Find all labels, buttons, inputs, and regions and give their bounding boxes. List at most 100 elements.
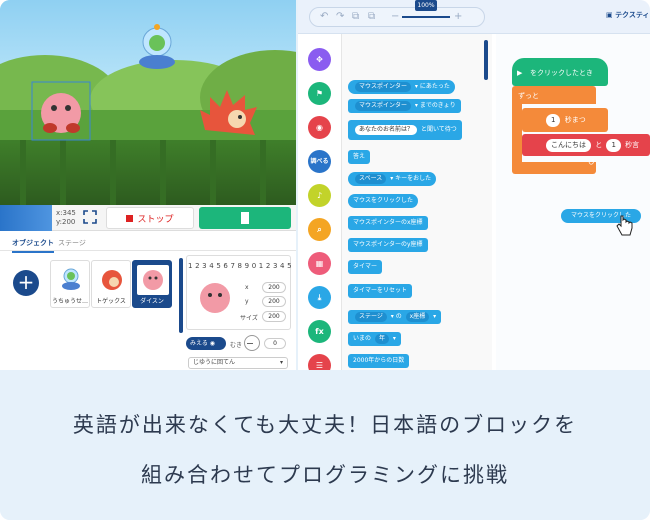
sprite-card-hedgehog[interactable]: トゲックス bbox=[91, 260, 131, 308]
text-mode-toggle[interactable]: ▣ テクスティ bbox=[606, 10, 649, 20]
zoom-slider[interactable] bbox=[402, 16, 450, 18]
zoom-level: 100% bbox=[415, 0, 437, 11]
sprite-card-ufo[interactable]: うちゅうせ… bbox=[50, 260, 90, 308]
block-mouse-down[interactable]: マウスをクリックした bbox=[348, 194, 419, 208]
wait-block[interactable]: 1 秒まつ bbox=[522, 108, 608, 132]
ground-stripe bbox=[160, 140, 166, 205]
undo-icon[interactable]: ↶ bbox=[320, 11, 328, 22]
direction-label: むき bbox=[230, 342, 243, 349]
block-key-pressed[interactable]: スペース ▾ キーをおした bbox=[348, 172, 437, 186]
show-toggle[interactable]: みえる ◉ bbox=[186, 337, 226, 350]
zoom-in-icon[interactable]: + bbox=[454, 11, 462, 22]
block-text: キーをおした bbox=[395, 175, 432, 182]
chevron-down-icon: ▾ bbox=[279, 359, 283, 366]
category-button[interactable]: ♪ bbox=[308, 184, 331, 207]
fullscreen-icon[interactable] bbox=[82, 209, 98, 225]
block-ask[interactable]: あなたのお名前は？ と聞いて待つ bbox=[348, 120, 462, 140]
say-secs-input[interactable]: 1 bbox=[606, 139, 621, 152]
direction-field[interactable]: 0 bbox=[264, 338, 286, 349]
sprite-thumbnail-bg bbox=[137, 265, 169, 295]
panel-divider bbox=[179, 258, 183, 333]
add-object-button[interactable]: + bbox=[13, 270, 39, 296]
redo-icon[interactable]: ↷ bbox=[336, 11, 344, 22]
wait-input[interactable]: 1 bbox=[546, 114, 561, 127]
x-label: x bbox=[245, 284, 249, 291]
promo-card: x:345 y:200 ストップ オブジェクト ステージ + うちゅうせ… トゲ… bbox=[0, 0, 650, 520]
category-button[interactable]: fx bbox=[308, 320, 331, 343]
block-mouse-y[interactable]: マウスポインターのy座標 bbox=[348, 238, 428, 252]
y-field[interactable]: 200 bbox=[262, 296, 286, 307]
zoom-out-icon[interactable]: − bbox=[391, 11, 399, 22]
x-field[interactable]: 200 bbox=[262, 282, 286, 293]
block-answer[interactable]: 答え bbox=[348, 150, 371, 164]
y-label: y bbox=[245, 298, 249, 305]
forever-label: ずっと bbox=[518, 92, 539, 100]
tab-stage[interactable]: ステージ bbox=[58, 238, 86, 248]
block-input[interactable]: あなたのお名前は？ bbox=[355, 125, 418, 135]
stage-thumbnail-area bbox=[0, 205, 52, 231]
palette-scrollbar[interactable] bbox=[484, 40, 488, 80]
say-input[interactable]: こんにちは bbox=[546, 139, 591, 152]
block-distance[interactable]: マウスポインター ▾ までのきょり bbox=[348, 99, 461, 113]
stage-canvas[interactable] bbox=[0, 0, 296, 205]
caption-area bbox=[0, 370, 650, 520]
say-tail-label: 秒言 bbox=[625, 141, 640, 149]
sprite-name: うちゅうせ… bbox=[51, 298, 88, 305]
block-current[interactable]: いまの 年 ▾ bbox=[348, 332, 401, 346]
show-label: みえる bbox=[190, 340, 208, 347]
category-button[interactable]: ⚑ bbox=[308, 82, 331, 105]
when-flag-clicked-block[interactable]: ▶ をクリックしたとき bbox=[512, 58, 608, 86]
pink-monster-preview bbox=[200, 283, 230, 313]
block-dropdown[interactable]: マウスポインター bbox=[355, 101, 412, 111]
stop-icon bbox=[126, 214, 134, 222]
say-block[interactable]: こんにちは と 1 秒言 bbox=[522, 134, 650, 156]
sprite-card-selected[interactable]: ダイスン bbox=[132, 260, 172, 308]
category-button[interactable]: ✥ bbox=[308, 48, 331, 71]
block-dropdown[interactable]: 年 bbox=[374, 334, 389, 344]
hat-label: をクリックしたとき bbox=[530, 69, 593, 77]
block-reset-timer[interactable]: タイマーをリセット bbox=[348, 284, 413, 298]
size-label: サイズ bbox=[240, 315, 258, 322]
start-button[interactable] bbox=[199, 207, 291, 229]
copy-icon[interactable]: ⧉ bbox=[368, 11, 375, 22]
ground-stripe bbox=[210, 140, 216, 205]
rotation-style-value: じゆうに回てん bbox=[193, 359, 236, 366]
category-button[interactable]: ⌕ bbox=[308, 218, 331, 241]
size-field[interactable]: 200 bbox=[262, 311, 286, 322]
block-dropdown[interactable]: スペース bbox=[355, 174, 387, 184]
block-dropdown[interactable]: ステージ bbox=[355, 312, 387, 322]
direction-dial[interactable] bbox=[244, 335, 260, 351]
pink-monster-sprite[interactable] bbox=[30, 80, 92, 142]
block-timer[interactable]: タイマー bbox=[348, 260, 383, 274]
loop-arrow-icon: ↺ bbox=[588, 158, 595, 167]
ground-stripe bbox=[260, 140, 266, 205]
ground-stripe bbox=[20, 140, 26, 205]
rotation-style-select[interactable]: じゆうに回てん ▾ bbox=[188, 357, 288, 369]
hand-cursor-icon bbox=[616, 215, 633, 236]
copy-icon[interactable]: ⧉ bbox=[352, 11, 359, 22]
alien-ufo-sprite[interactable] bbox=[135, 22, 180, 77]
block-mouse-x[interactable]: マウスポインターのx座標 bbox=[348, 216, 428, 230]
stop-label: ストップ bbox=[137, 214, 174, 225]
category-button[interactable]: 調べる bbox=[308, 150, 331, 173]
block-days-since[interactable]: 2000年からの日数 bbox=[348, 354, 410, 368]
category-button[interactable]: ⤓ bbox=[308, 286, 331, 309]
category-button[interactable]: ▦ bbox=[308, 252, 331, 275]
block-dropdown[interactable]: マウスポインター bbox=[355, 82, 412, 92]
category-button[interactable]: ◉ bbox=[308, 116, 331, 139]
block-touching[interactable]: マウスポインター ▾ にあたった bbox=[348, 80, 455, 94]
play-icon: ▶ bbox=[517, 69, 523, 77]
spiky-hedgehog-sprite[interactable] bbox=[195, 85, 265, 145]
coord-y: y:200 bbox=[56, 218, 76, 226]
block-text: までのきょり bbox=[419, 102, 456, 109]
block-of[interactable]: ステージ ▾ の x座標 ▾ bbox=[348, 310, 442, 324]
block-dropdown[interactable]: x座標 bbox=[405, 312, 430, 322]
coord-x: x:345 bbox=[56, 209, 76, 217]
eye-icon: ◉ bbox=[209, 340, 215, 347]
block-text: にあたった bbox=[419, 83, 450, 90]
stop-button[interactable]: ストップ bbox=[106, 207, 194, 229]
tab-objects[interactable]: オブジェクト bbox=[12, 238, 54, 253]
ground bbox=[0, 140, 296, 205]
costume-number-row: 1 2 3 4 5 6 7 8 9 0 1 2 3 4 5 bbox=[188, 262, 292, 270]
ground-stripe bbox=[60, 140, 66, 205]
